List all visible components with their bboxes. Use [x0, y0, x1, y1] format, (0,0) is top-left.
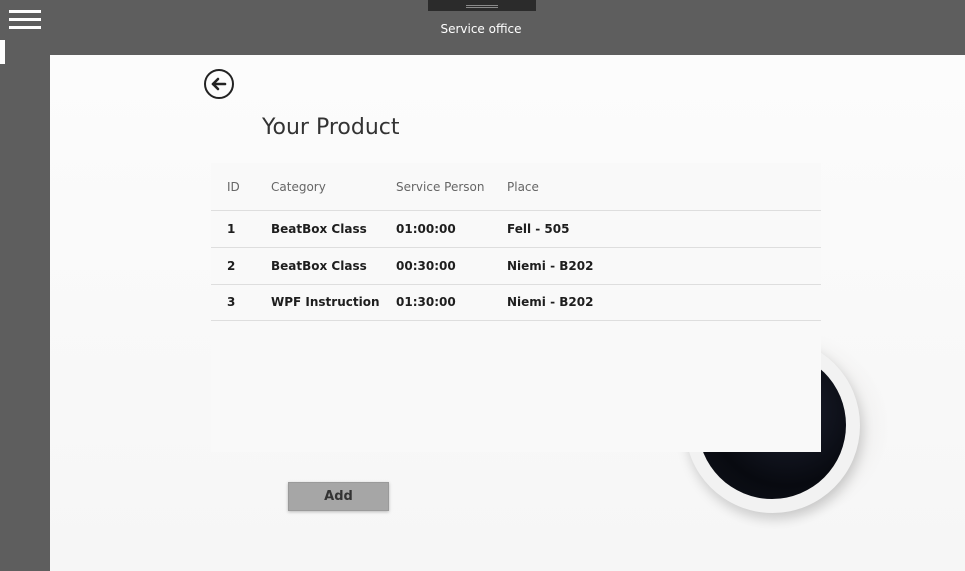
- column-header-place[interactable]: Place: [507, 180, 539, 194]
- nav-selection-indicator: [0, 40, 5, 64]
- grid-header: ID Category Service Person Place: [211, 163, 821, 211]
- product-grid: ID Category Service Person Place 1 BeatB…: [211, 163, 821, 452]
- app-title: Service office: [440, 22, 522, 36]
- cell-id: 3: [227, 295, 236, 309]
- table-row[interactable]: 3 WPF Instruction 01:30:00 Niemi - B202: [211, 284, 821, 321]
- cell-category: BeatBox Class: [271, 259, 367, 273]
- cell-service-person: 01:30:00: [396, 295, 456, 309]
- cell-id: 1: [227, 222, 236, 236]
- column-header-id[interactable]: ID: [227, 180, 240, 194]
- add-button[interactable]: Add: [288, 482, 389, 511]
- cell-service-person: 00:30:00: [396, 259, 456, 273]
- cell-place: Niemi - B202: [507, 295, 594, 309]
- cell-category: BeatBox Class: [271, 222, 367, 236]
- table-row[interactable]: 2 BeatBox Class 00:30:00 Niemi - B202: [211, 248, 821, 285]
- column-header-service-person[interactable]: Service Person: [396, 180, 485, 194]
- cell-service-person: 01:00:00: [396, 222, 456, 236]
- title-bar-handle[interactable]: [428, 0, 536, 11]
- back-button[interactable]: [204, 69, 234, 99]
- table-row[interactable]: 1 BeatBox Class 01:00:00 Fell - 505: [211, 211, 821, 248]
- grip-icon: [466, 5, 498, 8]
- hamburger-menu-icon[interactable]: [9, 10, 41, 30]
- content-area: Your Product ID Category Service Person …: [50, 55, 965, 571]
- cell-category: WPF Instruction: [271, 295, 380, 309]
- column-header-category[interactable]: Category: [271, 180, 326, 194]
- cell-id: 2: [227, 259, 236, 273]
- back-arrow-icon: [211, 77, 227, 91]
- page-title: Your Product: [262, 115, 400, 140]
- cell-place: Niemi - B202: [507, 259, 594, 273]
- cell-place: Fell - 505: [507, 222, 570, 236]
